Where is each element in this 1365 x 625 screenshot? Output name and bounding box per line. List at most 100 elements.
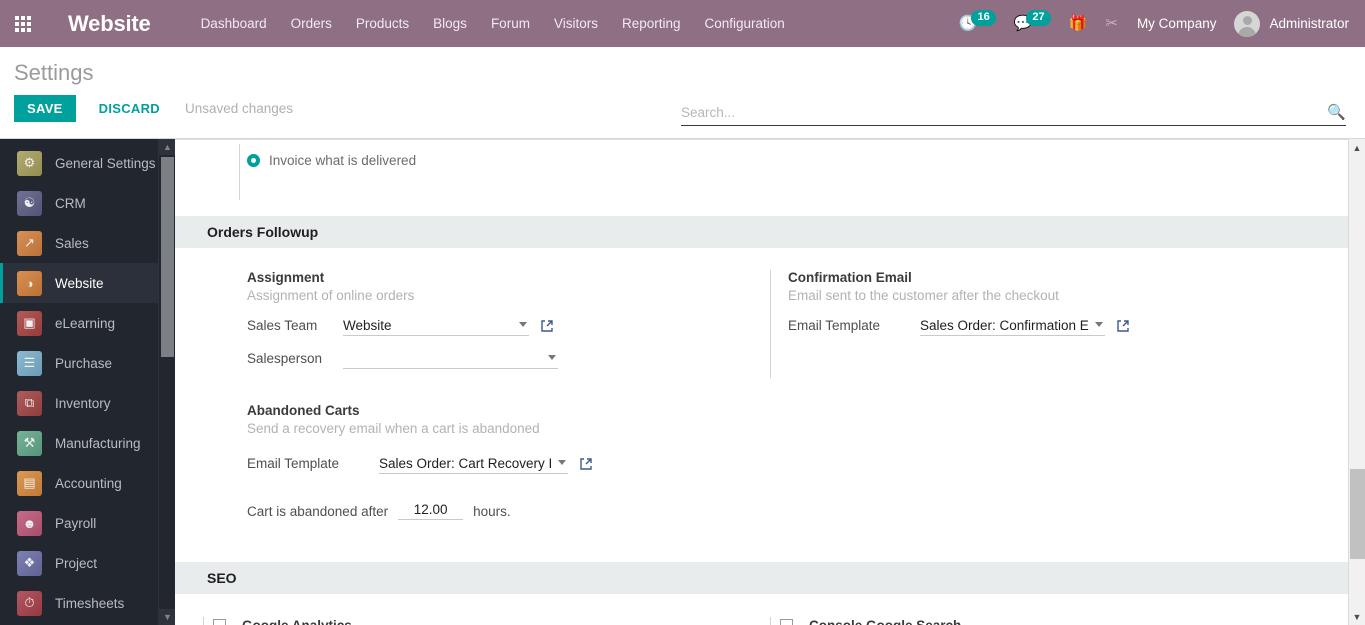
- sidebar-scrollbar-thumb[interactable]: [161, 157, 174, 357]
- menu-item-blogs[interactable]: Blogs: [421, 0, 479, 47]
- sidebar-item-accounting[interactable]: ▤ Accounting: [0, 463, 175, 503]
- console-google-search-checkbox[interactable]: [780, 619, 793, 625]
- radio-selected-icon[interactable]: [247, 153, 260, 167]
- invoicing-policy-group: Invoice what is delivered: [175, 139, 1365, 200]
- chevron-down-icon: [548, 355, 556, 360]
- sales-team-select[interactable]: Website: [343, 315, 529, 336]
- sidebar-item-label: Project: [55, 555, 98, 571]
- assignment-title: Assignment: [247, 270, 325, 285]
- gift-button[interactable]: 🎁: [1060, 0, 1097, 47]
- divider: [203, 617, 204, 625]
- search-icon[interactable]: 🔍: [1327, 103, 1346, 121]
- cart-abandon-suffix-label: hours.: [473, 503, 511, 519]
- menu-item-visitors[interactable]: Visitors: [542, 0, 610, 47]
- apps-menu-button[interactable]: [0, 0, 46, 47]
- confirmation-template-row: Email Template Sales Order: Confirmation…: [788, 315, 1365, 336]
- sidebar-item-purchase[interactable]: ☰ Purchase: [0, 343, 175, 383]
- chevron-down-icon: [558, 460, 567, 465]
- sidebar-item-label: Manufacturing: [55, 435, 141, 451]
- sidebar-item-timesheets[interactable]: ⏱ Timesheets: [0, 583, 175, 623]
- app-brand-website[interactable]: Website: [68, 11, 151, 37]
- scroll-up-icon[interactable]: ▲: [1349, 139, 1365, 156]
- globe-icon: ◑: [17, 270, 42, 296]
- cart-recovery-template-label: Email Template: [247, 456, 340, 471]
- invoice-what-is-delivered-row[interactable]: Invoice what is delivered: [175, 144, 1365, 200]
- console-google-search-label: Console Google Search: [809, 618, 961, 625]
- cart-recovery-template-select[interactable]: Sales Order: Cart Recovery I: [379, 453, 569, 474]
- messages-button[interactable]: 💬 27: [1005, 0, 1060, 47]
- user-name-label: Administrator: [1269, 16, 1349, 31]
- sidebar-item-label: Inventory: [55, 395, 111, 411]
- menu-item-orders[interactable]: Orders: [279, 0, 344, 47]
- card-icon: ☰: [17, 350, 42, 376]
- activities-button[interactable]: 🕓 16: [950, 0, 1005, 47]
- systray: 🕓 16 💬 27 🎁 ✂ My Company Administrator: [950, 0, 1355, 47]
- google-analytics-row: Google Analytics: [175, 617, 770, 625]
- stopwatch-icon: ⏱: [17, 590, 42, 616]
- control-panel: Settings SAVE DISCARD Unsaved changes 🔍: [0, 47, 1365, 139]
- cart-recovery-template-value: Sales Order: Cart Recovery I: [379, 455, 553, 471]
- unsaved-changes-label: Unsaved changes: [184, 101, 294, 116]
- sidebar-item-elearning[interactable]: ▣ eLearning: [0, 303, 175, 343]
- salesperson-label: Salesperson: [247, 351, 323, 366]
- sidebar-item-label: Purchase: [55, 355, 113, 371]
- salesperson-field-row: Salesperson: [247, 348, 770, 369]
- menu-item-configuration[interactable]: Configuration: [693, 0, 797, 47]
- company-switcher[interactable]: My Company: [1127, 16, 1227, 31]
- menu-item-forum[interactable]: Forum: [479, 0, 542, 47]
- abandoned-carts-title: Abandoned Carts: [247, 403, 360, 418]
- orders-followup-left-column: Assignment Assignment of online orders S…: [175, 270, 770, 542]
- sidebar-item-inventory[interactable]: ⧉ Inventory: [0, 383, 175, 423]
- search-bar[interactable]: 🔍: [681, 103, 1346, 126]
- orders-followup-right-column: Confirmation Email Email sent to the cus…: [770, 270, 1365, 542]
- assignment-description: Assignment of online orders: [247, 288, 415, 303]
- scissors-icon: ✂: [1105, 15, 1118, 32]
- wrench-icon: ⚒: [17, 430, 42, 456]
- sidebar-item-payroll[interactable]: ☻ Payroll: [0, 503, 175, 543]
- external-link-icon[interactable]: [1116, 319, 1130, 333]
- content-scrollbar[interactable]: ▲ ▼: [1348, 139, 1365, 625]
- scroll-up-icon[interactable]: ▲: [159, 139, 175, 155]
- search-input[interactable]: [681, 104, 1322, 120]
- scroll-down-icon[interactable]: ▼: [1349, 608, 1365, 625]
- salesperson-select[interactable]: [343, 348, 558, 369]
- presentation-icon: ▣: [17, 310, 42, 336]
- apps-grid-icon: [15, 15, 31, 32]
- sidebar-item-website[interactable]: ◑ Website: [0, 263, 175, 303]
- gear-icon: ⚙: [17, 150, 42, 176]
- user-menu-button[interactable]: Administrator: [1226, 10, 1355, 37]
- external-link-icon[interactable]: [579, 457, 593, 471]
- menu-item-products[interactable]: Products: [344, 0, 421, 47]
- google-analytics-label: Google Analytics: [242, 618, 352, 625]
- top-navbar: Website Dashboard Orders Products Blogs …: [0, 0, 1365, 47]
- confirmation-email-description: Email sent to the customer after the che…: [788, 288, 1059, 303]
- sidebar-scrollbar[interactable]: ▲ ▼: [158, 139, 175, 625]
- debug-menu-button[interactable]: ✂: [1096, 0, 1127, 47]
- google-analytics-checkbox[interactable]: [213, 619, 226, 625]
- sidebar-item-project[interactable]: ❖ Project: [0, 543, 175, 583]
- seo-grid: Google Analytics Console Google Search: [175, 594, 1365, 625]
- confirmation-template-select[interactable]: Sales Order: Confirmation E: [920, 315, 1105, 336]
- sidebar-item-label: Payroll: [55, 515, 97, 531]
- sidebar-item-manufacturing[interactable]: ⚒ Manufacturing: [0, 423, 175, 463]
- settings-content-inner: Invoice what is delivered Orders Followu…: [175, 139, 1365, 625]
- discard-button[interactable]: DISCARD: [86, 95, 173, 122]
- external-link-icon[interactable]: [540, 319, 554, 333]
- menu-item-dashboard[interactable]: Dashboard: [189, 0, 279, 47]
- chevron-down-icon: [519, 322, 527, 327]
- sales-team-value: Website: [343, 317, 392, 333]
- sidebar-item-general-settings[interactable]: ⚙ General Settings: [0, 143, 175, 183]
- content-scrollbar-thumb[interactable]: [1350, 469, 1365, 559]
- sidebar-item-label: Accounting: [55, 475, 122, 491]
- sidebar-item-label: Website: [55, 275, 104, 291]
- sidebar-item-crm[interactable]: ☯ CRM: [0, 183, 175, 223]
- save-button[interactable]: SAVE: [14, 95, 76, 122]
- settings-content: Invoice what is delivered Orders Followu…: [175, 139, 1365, 625]
- menu-item-reporting[interactable]: Reporting: [610, 0, 693, 47]
- body-wrapper: ⚙ General Settings ☯ CRM ↗ Sales ◑ Websi…: [0, 139, 1365, 625]
- assignment-block: Assignment Assignment of online orders S…: [247, 270, 770, 369]
- scroll-down-icon[interactable]: ▼: [159, 609, 175, 625]
- sales-team-label: Sales Team: [247, 318, 318, 333]
- sidebar-item-sales[interactable]: ↗ Sales: [0, 223, 175, 263]
- cart-abandon-hours-input[interactable]: [398, 502, 464, 520]
